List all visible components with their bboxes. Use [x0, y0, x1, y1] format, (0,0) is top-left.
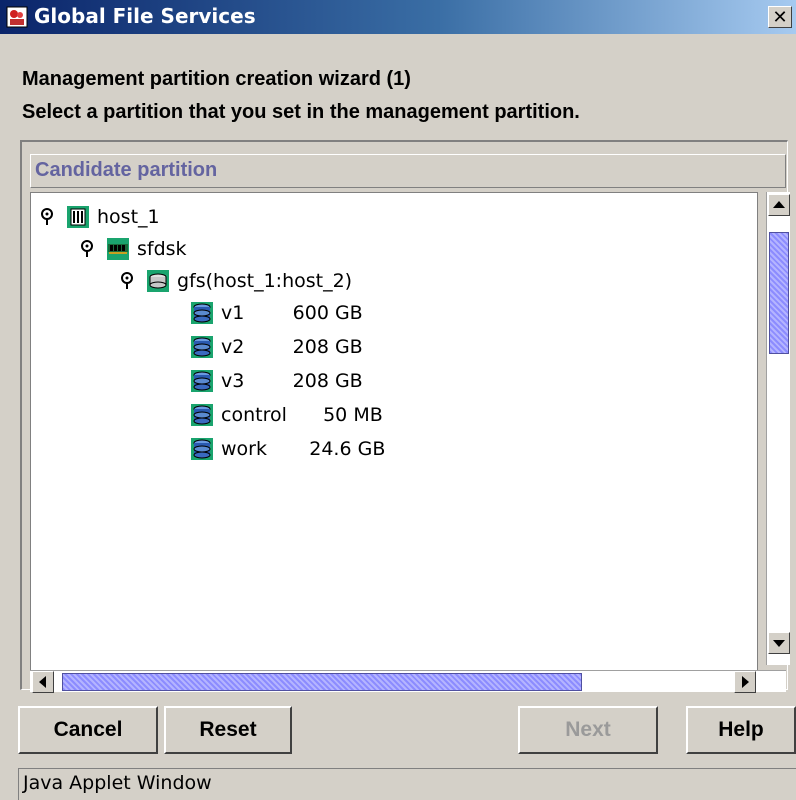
volume-icon	[191, 438, 213, 460]
vertical-scroll-thumb[interactable]	[769, 232, 789, 354]
volume-icon	[191, 336, 213, 358]
volume-label: v1 600 GB	[221, 302, 363, 324]
expand-pin-icon[interactable]	[79, 240, 95, 258]
candidate-partition-panel: Candidate partition host_1 sfdsk gfs(hos…	[20, 140, 790, 693]
expand-pin-icon[interactable]	[39, 208, 55, 226]
tree-node-label: host_1	[97, 206, 160, 228]
tree-node-volume[interactable]: work 24.6 GB	[191, 435, 385, 463]
window-title: Global File Services	[34, 4, 256, 28]
tree-node-host[interactable]: host_1	[39, 203, 160, 231]
close-icon: ✕	[772, 7, 788, 28]
close-button[interactable]: ✕	[768, 6, 792, 28]
horizontal-scroll-thumb[interactable]	[62, 673, 582, 691]
app-icon	[6, 6, 28, 28]
expand-pin-icon[interactable]	[119, 272, 135, 290]
tree-node-volume[interactable]: v2 208 GB	[191, 333, 363, 361]
memory-icon	[107, 238, 129, 260]
wizard-instruction: Select a partition that you set in the m…	[22, 101, 580, 123]
volume-label: control 50 MB	[221, 404, 383, 426]
volume-icon	[191, 302, 213, 324]
volume-label: work 24.6 GB	[221, 438, 386, 460]
reset-button[interactable]: Reset	[164, 706, 292, 754]
wizard-heading: Management partition creation wizard (1)	[22, 68, 411, 90]
scroll-up-button[interactable]	[768, 194, 790, 216]
volume-icon	[191, 370, 213, 392]
vertical-scrollbar[interactable]	[766, 192, 790, 665]
disk-class-icon	[147, 270, 169, 292]
tree-node-sfdsk[interactable]: sfdsk	[79, 235, 187, 263]
title-bar: Global File Services ✕	[0, 0, 796, 34]
arrow-right-icon	[742, 676, 749, 688]
tree-node-volume[interactable]: v1 600 GB	[191, 299, 363, 327]
volume-label: v2 208 GB	[221, 336, 363, 358]
arrow-up-icon	[773, 201, 785, 208]
tree-node-volume[interactable]: control 50 MB	[191, 401, 383, 429]
arrow-left-icon	[39, 676, 46, 688]
scroll-down-button[interactable]	[768, 632, 790, 654]
cancel-button[interactable]: Cancel	[18, 706, 158, 754]
volume-label: v3 208 GB	[221, 370, 363, 392]
host-icon	[67, 206, 89, 228]
horizontal-scrollbar[interactable]	[30, 670, 786, 693]
scroll-left-button[interactable]	[32, 671, 54, 693]
status-bar: Java Applet Window	[18, 768, 796, 800]
tree-node-label: gfs(host_1:host_2)	[177, 270, 353, 292]
partition-tree[interactable]: host_1 sfdsk gfs(host_1:host_2) v1 600 G…	[30, 192, 758, 674]
tree-node-gfs[interactable]: gfs(host_1:host_2)	[119, 267, 352, 295]
arrow-down-icon	[773, 640, 785, 647]
panel-header: Candidate partition	[30, 154, 786, 188]
help-button[interactable]: Help	[686, 706, 796, 754]
tree-node-volume[interactable]: v3 208 GB	[191, 367, 363, 395]
tree-node-label: sfdsk	[137, 238, 187, 260]
scroll-right-button[interactable]	[734, 671, 756, 693]
volume-icon	[191, 404, 213, 426]
next-button[interactable]: Next	[518, 706, 658, 754]
